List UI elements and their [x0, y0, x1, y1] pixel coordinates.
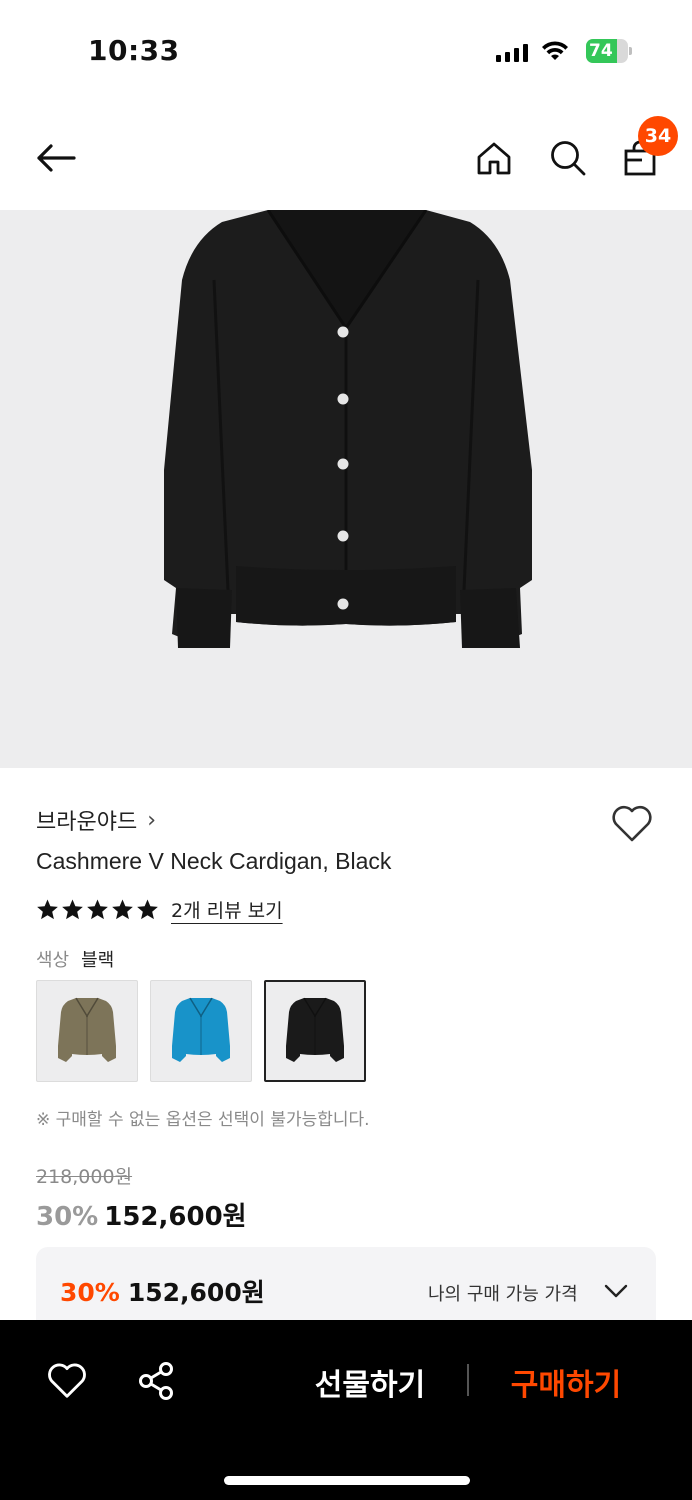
- option-note: ※ 구매할 수 없는 옵션은 선택이 불가능합니다.: [36, 1110, 370, 1130]
- star-icon: [62, 899, 83, 920]
- brand-name: 브라운야드: [36, 810, 138, 835]
- star-icon: [37, 899, 58, 920]
- cardigan-image: [164, 210, 532, 648]
- color-swatch[interactable]: [150, 980, 252, 1082]
- buy-button[interactable]: 구매하기: [496, 1360, 636, 1404]
- cardigan-thumbnail: [172, 997, 230, 1062]
- color-swatches: [36, 980, 366, 1082]
- like-button[interactable]: [46, 1360, 88, 1402]
- my-price-label: 나의 구매 가능 가격: [428, 1284, 578, 1305]
- share-button[interactable]: [136, 1360, 178, 1402]
- price-row: 30% 152,600원: [36, 1196, 247, 1233]
- home-button[interactable]: [468, 132, 520, 184]
- heart-icon: [48, 1363, 86, 1398]
- bottom-action-bar: 선물하기 구매하기: [0, 1320, 692, 1500]
- battery-icon: 74: [586, 39, 632, 63]
- review-link[interactable]: 2개 리뷰 보기: [171, 896, 283, 923]
- status-bar: 10:33 74: [0, 0, 692, 100]
- search-icon: [551, 141, 586, 176]
- star-icon: [87, 899, 108, 920]
- share-icon: [139, 1362, 173, 1400]
- color-swatch[interactable]: [264, 980, 366, 1082]
- original-price: 218,000원: [36, 1166, 133, 1188]
- my-sale-price: 152,600원: [127, 1278, 265, 1307]
- cart-count-badge: 34: [638, 116, 678, 156]
- color-value: 블랙: [81, 950, 115, 971]
- product-image[interactable]: [0, 210, 692, 768]
- color-selector-label: 색상 블랙: [36, 946, 114, 972]
- home-icon: [477, 142, 511, 175]
- star-icon: [137, 899, 158, 920]
- product-title: Cashmere V Neck Cardigan, Black: [36, 848, 392, 874]
- back-button[interactable]: [30, 132, 82, 184]
- top-nav: [0, 100, 692, 210]
- discount-rate: 30%: [36, 1202, 99, 1232]
- cellular-signal-icon: [496, 42, 528, 62]
- divider: [467, 1364, 469, 1396]
- star-icon: [112, 899, 133, 920]
- chevron-down-icon: [604, 1284, 628, 1298]
- wifi-icon: [542, 41, 568, 60]
- home-indicator: [224, 1476, 470, 1485]
- heart-icon: [612, 805, 652, 842]
- wishlist-button[interactable]: [610, 802, 654, 846]
- color-swatch[interactable]: [36, 980, 138, 1082]
- color-label: 색상: [36, 950, 70, 971]
- rating-row: 2개 리뷰 보기: [36, 896, 283, 923]
- status-time: 10:33: [88, 34, 180, 67]
- gift-button[interactable]: 선물하기: [300, 1360, 440, 1404]
- arrow-left-icon: [37, 144, 76, 172]
- battery-level: 74: [589, 41, 613, 61]
- rating-stars: [36, 898, 159, 921]
- cardigan-thumbnail: [58, 997, 116, 1062]
- chevron-right-icon: ›: [147, 807, 157, 833]
- sale-price: 152,600원: [104, 1202, 247, 1232]
- brand-link[interactable]: 브라운야드 ›: [36, 804, 156, 836]
- cardigan-thumbnail: [286, 997, 344, 1062]
- my-discount-rate: 30%: [60, 1278, 120, 1307]
- search-button[interactable]: [542, 132, 594, 184]
